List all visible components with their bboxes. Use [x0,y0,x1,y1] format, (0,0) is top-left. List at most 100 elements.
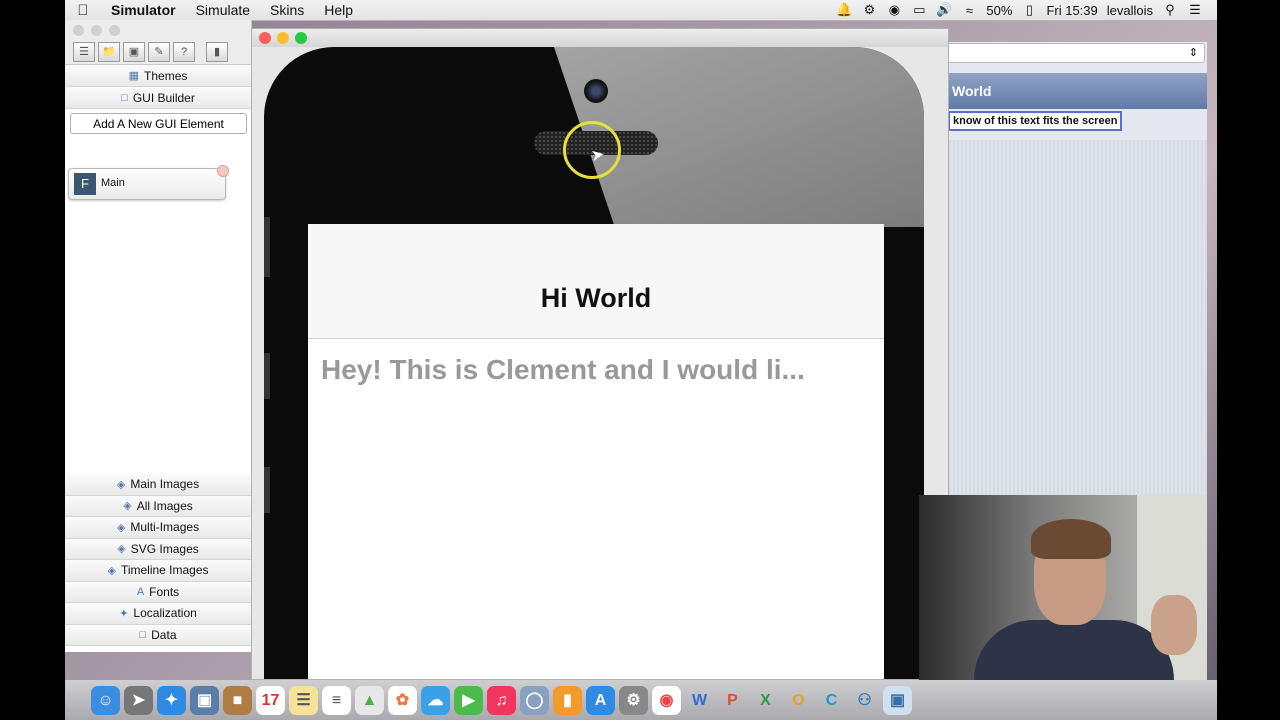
ibooks-icon[interactable]: ▮ [553,685,582,715]
volume-side-button [264,467,270,513]
presenter-hand [1151,595,1197,655]
designer-titlebar [65,20,251,40]
data-button[interactable]: □ Data [65,624,251,646]
chrome-icon[interactable]: ◉ [652,685,681,715]
reminders-icon[interactable]: ≡ [322,685,351,715]
fonts-icon: A [136,585,145,598]
volume-icon[interactable]: 🔊 [936,2,952,18]
preview-header: World [943,73,1207,109]
volume-side-button [264,353,270,399]
all-images-label: All Images [136,498,193,513]
zoom-button-icon[interactable] [295,32,307,44]
menu-app-name[interactable]: Simulator [101,2,186,18]
main-images-label: Main Images [130,477,200,492]
component-selector[interactable]: ⇕ [947,43,1205,63]
excel-icon[interactable]: X [751,686,780,715]
selected-label-field[interactable]: know of this text fits the screen [948,111,1123,131]
presenter-hair [1031,519,1111,559]
outlook-icon[interactable]: O [784,686,813,715]
menu-simulate[interactable]: Simulate [186,2,260,18]
codename-one-icon[interactable]: C [817,686,846,715]
timeline-images-label: Timeline Images [120,563,209,578]
airplay-icon[interactable]: ▭ [911,2,927,18]
save-icon[interactable]: ▣ [123,42,145,62]
facetime-icon[interactable]: ▶ [454,685,483,715]
localization-button[interactable]: ✦ Localization [65,603,251,625]
multi-images-button[interactable]: ◈ Multi-Images [65,517,251,539]
open-folder-icon[interactable]: 📁 [98,42,120,62]
timeline-images-button[interactable]: ◈ Timeline Images [65,560,251,582]
battery-icon[interactable]: ▯ [1021,2,1037,18]
simulator-window: ➤ Hi World Hey! This is Clement and I wo… [251,28,949,680]
system-preferences-icon[interactable]: ⚙ [619,685,648,715]
preview-app-icon[interactable]: ▣ [190,685,219,715]
images-icon: ◈ [123,500,132,513]
desktop:  Simulator Simulate Skins Help 🔔 ⚙ ◉ ▭ … [65,0,1217,720]
fonts-button[interactable]: A Fonts [65,581,251,603]
record-icon[interactable]: ◉ [886,2,902,18]
virtualbox-icon[interactable]: ▣ [883,685,912,715]
gui-builder-label: GUI Builder [132,90,195,105]
zoom-dot-icon[interactable] [109,25,120,36]
notification-bell-icon[interactable]: 🔔 [836,2,852,18]
main-images-button[interactable]: ◈ Main Images [65,474,251,496]
svg-images-label: SVG Images [130,541,199,556]
notes-icon[interactable]: ☰ [289,685,318,715]
themes-button[interactable]: ▦ Themes [65,65,251,87]
photos-icon[interactable]: ✿ [388,685,417,715]
lync-icon[interactable]: ⚇ [850,686,879,715]
menu-skins[interactable]: Skins [260,2,314,18]
itunes-icon[interactable]: ♫ [487,685,516,715]
apple-icon[interactable]:  [65,2,101,19]
add-gui-element-button[interactable]: Add A New GUI Element [70,113,247,134]
resource-list: ◈ Main Images ◈ All Images ◈ Multi-Image… [65,474,251,646]
messages-icon[interactable]: ☁ [421,685,450,715]
designer-window: ☰ 📁 ▣ ✎ ? ▮ ▦ Themes □ GUI Builder Add A… [65,20,252,652]
preview-icon[interactable]: ▮ [206,42,228,62]
close-dot-icon[interactable] [73,25,84,36]
edit-icon[interactable]: ✎ [148,42,170,62]
fonts-label: Fonts [149,584,180,599]
dock: ☺ ➤ ✦ ▣ ■ 17 ☰ ≡ ▲ ✿ ☁ ▶ ♫ ◯ ▮ A ⚙ ◉ W P… [65,680,1217,720]
notification-center-icon[interactable]: ☰ [1187,2,1203,18]
remove-form-icon[interactable] [217,165,229,177]
dvd-player-icon[interactable]: ◯ [520,685,549,715]
finder-icon[interactable]: ☺ [91,685,120,715]
battery-percent[interactable]: 50% [986,3,1012,18]
wifi-icon[interactable]: ≈ [961,3,977,18]
new-file-icon[interactable]: ☰ [73,42,95,62]
user-name[interactable]: levallois [1107,3,1153,18]
data-icon: □ [139,628,147,641]
all-images-button[interactable]: ◈ All Images [65,495,251,517]
volume-side-button [264,217,270,277]
status-area: 🔔 ⚙ ◉ ▭ 🔊 ≈ 50% ▯ Fri 15:39 levallois ⚲ … [836,0,1217,20]
app-store-icon[interactable]: A [586,685,615,715]
help-icon[interactable]: ? [173,42,195,62]
close-button-icon[interactable] [259,32,271,44]
form-main-item[interactable]: F Main [68,165,229,200]
form-icon: F [74,173,96,195]
themes-icon: ▦ [128,70,140,82]
gui-builder-button[interactable]: □ GUI Builder [65,87,251,109]
minimize-dot-icon[interactable] [91,25,102,36]
svg-images-button[interactable]: ◈ SVG Images [65,538,251,560]
calendar-icon[interactable]: 17 [256,685,285,715]
label-component[interactable]: Hey! This is Clement and I would li... [321,354,805,386]
minimize-button-icon[interactable] [277,32,289,44]
powerpoint-icon[interactable]: P [718,686,747,715]
maps-icon[interactable]: ▲ [355,685,384,715]
word-icon[interactable]: W [685,686,714,715]
themes-label: Themes [144,68,188,83]
data-label: Data [151,627,177,642]
multi-images-label: Multi-Images [130,520,200,535]
contacts-icon[interactable]: ■ [223,685,252,715]
launchpad-icon[interactable]: ➤ [124,685,153,715]
settings-gear-icon[interactable]: ⚙ [861,2,877,18]
properties-window: ⇕ World know of this text fits the scree… [943,42,1207,497]
properties-background [943,140,1207,497]
menu-help[interactable]: Help [314,2,363,18]
spotlight-search-icon[interactable]: ⚲ [1162,2,1178,18]
images-icon: ◈ [116,521,126,534]
safari-icon[interactable]: ✦ [157,685,186,715]
clock[interactable]: Fri 15:39 [1046,3,1097,18]
